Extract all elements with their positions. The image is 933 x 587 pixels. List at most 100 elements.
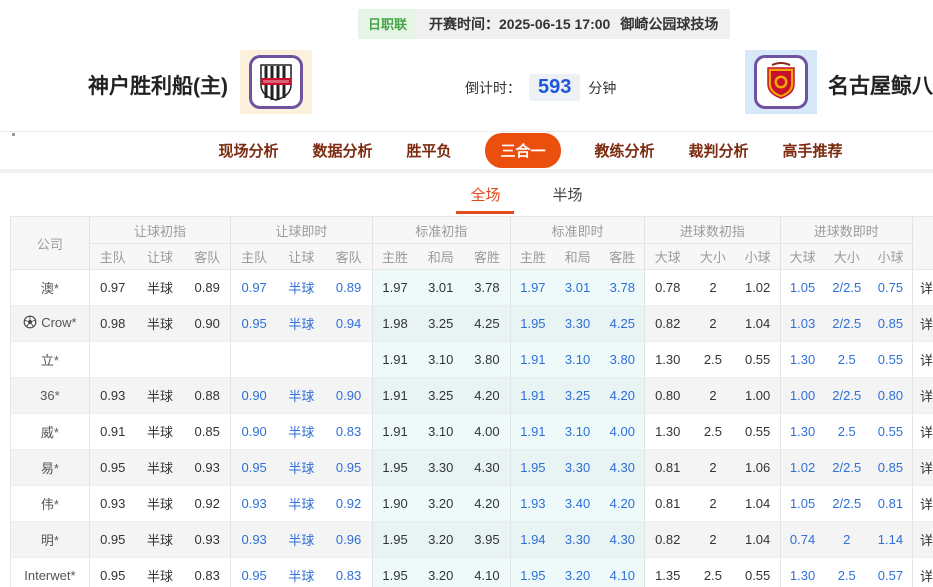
odds-cell: 半球: [277, 413, 326, 450]
odds-cell: 1.93: [509, 485, 555, 522]
odds-cell: 1.02: [779, 449, 825, 486]
odds-cell: 0.95: [88, 521, 136, 558]
nav-tab-7[interactable]: 高手推荐: [783, 140, 843, 161]
league-badge: 日职联: [358, 9, 418, 39]
odds-cell: 1.00: [735, 377, 781, 414]
table-row: 易* 0.95 半球 0.93 0.95 半球 0.95 1.95 3.30 4.30 1.95 3.…: [10, 449, 933, 486]
detail-link[interactable]: 详情: [911, 377, 933, 414]
match-meta: 日职联 开赛时间：2025-06-15 17:00 御崎公园球技场: [358, 9, 731, 39]
odds-cell: 1.00: [779, 377, 825, 414]
detail-link[interactable]: 详情: [911, 413, 933, 450]
period-subtabs: 全场 半场: [0, 184, 933, 214]
odds-cell: 3.20: [417, 521, 464, 558]
odds-cell: 3.30: [554, 449, 601, 486]
odds-cell: 0.55: [868, 413, 913, 450]
detail-link[interactable]: 详情: [911, 305, 933, 342]
odds-cell: 1.91: [371, 377, 418, 414]
odds-cell: [325, 341, 373, 378]
sub-header: 主胜: [509, 243, 555, 270]
odds-cell: 4.10: [600, 557, 645, 587]
odds-cell: 1.06: [735, 449, 781, 486]
detail-link[interactable]: 详情: [911, 269, 933, 306]
subtab-1[interactable]: 全场: [470, 184, 500, 214]
odds-cell: 0.93: [230, 521, 278, 558]
odds-cell: 2/2.5: [824, 305, 869, 342]
detail-link[interactable]: 详情: [911, 485, 933, 522]
sub-header: 大小: [690, 243, 736, 270]
company-name: 易*: [10, 449, 90, 486]
odds-cell: 0.95: [88, 449, 136, 486]
odds-cell: 1.35: [644, 557, 691, 587]
odds-cell: 0.95: [230, 557, 278, 587]
company-name: 威*: [10, 413, 90, 450]
odds-cell: 半球: [135, 305, 185, 342]
odds-cell: 2/2.5: [824, 449, 869, 486]
odds-cell: 半球: [277, 305, 326, 342]
sub-header: 让球: [135, 243, 185, 270]
odds-table: 公司 让球初指 让球即时 标准初指 标准即时 进球数初指 进球数即时 主队 让球 客队 主队 让球 客队…: [10, 216, 933, 587]
odds-cell: 1.91: [371, 413, 418, 450]
company-name: 明*: [10, 521, 90, 558]
company-name: 立*: [10, 341, 90, 378]
odds-cell: 3.20: [417, 485, 464, 522]
odds-cell: 0.55: [735, 341, 781, 378]
group-header-4: 标准即时: [509, 216, 645, 244]
kickoff-label: 开赛时间：2025-06-15 17:00: [429, 16, 611, 32]
odds-cell: 1.30: [644, 341, 691, 378]
company-column-header: 公司: [10, 216, 90, 270]
odds-cell: 2: [824, 521, 869, 558]
odds-cell: 0.83: [325, 557, 373, 587]
odds-cell: 1.98: [371, 305, 418, 342]
away-team-logo: [745, 50, 817, 114]
odds-cell: [88, 341, 136, 378]
odds-cell: 2: [690, 449, 736, 486]
odds-cell: 0.93: [88, 377, 136, 414]
odds-cell: 半球: [277, 521, 326, 558]
countdown-unit: 分钟: [588, 79, 617, 96]
nav-tab-1[interactable]: 现场分析: [218, 140, 278, 161]
nav-tabs: 现场分析 数据分析 胜平负 三合一 教练分析 裁判分析 高手推荐: [0, 131, 933, 169]
nav-tab-3[interactable]: 胜平负: [406, 140, 451, 161]
odds-cell: 0.92: [325, 485, 373, 522]
venue: 御崎公园球技场: [620, 16, 719, 32]
odds-cell: 3.01: [417, 269, 464, 306]
odds-cell: 2/2.5: [824, 485, 869, 522]
detail-link[interactable]: 详情: [911, 557, 933, 587]
nagoya-grampus-crest-icon: [754, 55, 808, 109]
odds-cell: 1.91: [509, 341, 555, 378]
odds-cell: 3.01: [554, 269, 601, 306]
nav-tab-6[interactable]: 裁判分析: [689, 140, 749, 161]
soccer-ball-icon: [23, 315, 37, 329]
table-row: 36* 0.93 半球 0.88 0.90 半球 0.90 1.91 3.25 4.20 1.91 3…: [10, 377, 933, 414]
detail-link[interactable]: 详情: [911, 341, 933, 378]
table-row: 伟* 0.93 半球 0.92 0.93 半球 0.92 1.90 3.20 4.20 1.93 3.…: [10, 485, 933, 522]
subtab-2[interactable]: 半场: [553, 184, 583, 214]
sub-header: 主队: [88, 243, 136, 270]
odds-cell: 0.91: [88, 413, 136, 450]
odds-cell: 0.82: [644, 521, 691, 558]
odds-cell: 半球: [135, 521, 185, 558]
nav-tab-5[interactable]: 教练分析: [595, 140, 655, 161]
odds-cell: 1.03: [779, 305, 825, 342]
odds-cell: 4.25: [463, 305, 511, 342]
detail-link[interactable]: 详情: [911, 449, 933, 486]
odds-cell: 2/2.5: [824, 377, 869, 414]
odds-cell: 1.95: [509, 557, 555, 587]
sub-header: 主胜: [371, 243, 418, 270]
nav-tab-2[interactable]: 数据分析: [312, 140, 372, 161]
odds-cell: 0.82: [644, 305, 691, 342]
odds-cell: 2: [690, 377, 736, 414]
odds-cell: 半球: [135, 485, 185, 522]
nav-tab-4[interactable]: 三合一: [485, 133, 561, 168]
odds-cell: 4.20: [463, 485, 511, 522]
odds-cell: 4.20: [600, 377, 645, 414]
odds-cell: 0.81: [644, 485, 691, 522]
sub-header: 大球: [644, 243, 691, 270]
table-row: Crow* 0.98 半球 0.90 0.95 半球 0.94 1.98 3.25 4.25 1.9…: [10, 305, 933, 342]
home-team-name: 神户胜利船(主): [88, 75, 228, 98]
odds-cell: 0.97: [230, 269, 278, 306]
odds-cell: 0.94: [325, 305, 373, 342]
table-row: 威* 0.91 半球 0.85 0.90 半球 0.83 1.91 3.10 4.00 1.91 3.…: [10, 413, 933, 450]
odds-cell: 4.20: [463, 377, 511, 414]
detail-link[interactable]: 详情: [911, 521, 933, 558]
